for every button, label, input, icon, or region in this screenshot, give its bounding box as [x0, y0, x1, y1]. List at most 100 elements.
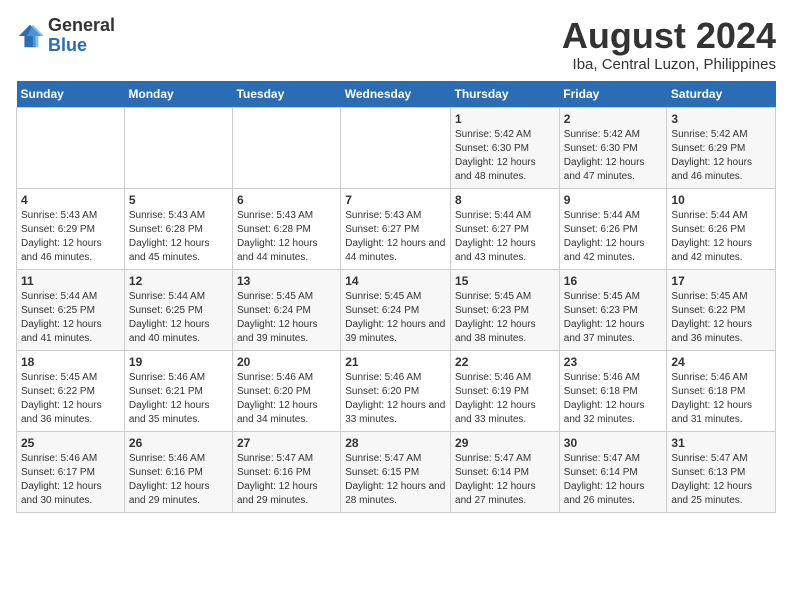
- day-number: 27: [237, 436, 336, 450]
- day-cell: 10Sunrise: 5:44 AM Sunset: 6:26 PM Dayli…: [667, 188, 776, 269]
- day-number: 24: [671, 355, 771, 369]
- day-info: Sunrise: 5:45 AM Sunset: 6:23 PM Dayligh…: [564, 290, 663, 346]
- header-day-thursday: Thursday: [451, 81, 560, 108]
- day-cell: 2Sunrise: 5:42 AM Sunset: 6:30 PM Daylig…: [559, 107, 667, 188]
- day-number: 19: [129, 355, 228, 369]
- day-cell: 21Sunrise: 5:46 AM Sunset: 6:20 PM Dayli…: [341, 350, 451, 431]
- day-number: 3: [671, 112, 771, 126]
- logo-general-text: General: [48, 16, 115, 36]
- day-info: Sunrise: 5:43 AM Sunset: 6:27 PM Dayligh…: [345, 209, 446, 265]
- day-cell: [124, 107, 232, 188]
- day-cell: 26 Sunrise: 5:46 AM Sunset: 6:16 PM Dayli…: [124, 431, 232, 512]
- day-cell: 28 Sunrise: 5:47 AM Sunset: 6:15 PM Dayli…: [341, 431, 451, 512]
- logo-icon: [16, 22, 44, 50]
- day-cell: 4 Sunrise: 5:43 AM Sunset: 6:29 PM Daylig…: [17, 188, 125, 269]
- day-number: 18: [21, 355, 120, 369]
- day-number: 10: [671, 193, 771, 207]
- day-info: Sunrise: 5:46 AM Sunset: 6:18 PM Dayligh…: [671, 371, 771, 427]
- week-row-1: 4 Sunrise: 5:43 AM Sunset: 6:29 PM Daylig…: [17, 188, 776, 269]
- day-info: Sunrise: 5:45 AM Sunset: 6:22 PM Dayligh…: [671, 290, 771, 346]
- day-number: 28: [345, 436, 446, 450]
- day-cell: 3 Sunrise: 5:42 AM Sunset: 6:29 PM Daylig…: [667, 107, 776, 188]
- day-cell: 27 Sunrise: 5:47 AM Sunset: 6:16 PM Dayli…: [232, 431, 340, 512]
- day-info: Sunrise: 5:47 AM Sunset: 6:15 PM Dayligh…: [345, 452, 446, 508]
- day-info: Sunrise: 5:46 AM Sunset: 6:19 PM Dayligh…: [455, 371, 555, 427]
- header-day-saturday: Saturday: [667, 81, 776, 108]
- day-info: Sunrise: 5:43 AM Sunset: 6:28 PM Dayligh…: [237, 209, 336, 265]
- day-info: Sunrise: 5:47 AM Sunset: 6:14 PM Dayligh…: [564, 452, 663, 508]
- day-number: 8: [455, 193, 555, 207]
- day-number: 1: [455, 112, 555, 126]
- day-info: Sunrise: 5:46 AM Sunset: 6:17 PM Dayligh…: [21, 452, 120, 508]
- day-number: 31: [671, 436, 771, 450]
- day-cell: 22Sunrise: 5:46 AM Sunset: 6:19 PM Dayli…: [451, 350, 560, 431]
- day-info: Sunrise: 5:46 AM Sunset: 6:21 PM Dayligh…: [129, 371, 228, 427]
- day-number: 9: [564, 193, 663, 207]
- day-number: 6: [237, 193, 336, 207]
- day-number: 25: [21, 436, 120, 450]
- header-day-monday: Monday: [124, 81, 232, 108]
- day-cell: 12Sunrise: 5:44 AM Sunset: 6:25 PM Dayli…: [124, 269, 232, 350]
- day-cell: 16 Sunrise: 5:45 AM Sunset: 6:23 PM Dayli…: [559, 269, 667, 350]
- day-info: Sunrise: 5:43 AM Sunset: 6:29 PM Dayligh…: [21, 209, 120, 265]
- header-day-friday: Friday: [559, 81, 667, 108]
- day-cell: 17 Sunrise: 5:45 AM Sunset: 6:22 PM Dayli…: [667, 269, 776, 350]
- day-cell: 13Sunrise: 5:45 AM Sunset: 6:24 PM Dayli…: [232, 269, 340, 350]
- day-cell: 20Sunrise: 5:46 AM Sunset: 6:20 PM Dayli…: [232, 350, 340, 431]
- location-subtitle: Iba, Central Luzon, Philippines: [562, 56, 776, 73]
- day-info: Sunrise: 5:47 AM Sunset: 6:16 PM Dayligh…: [237, 452, 336, 508]
- day-number: 23: [564, 355, 663, 369]
- day-info: Sunrise: 5:44 AM Sunset: 6:25 PM Dayligh…: [21, 290, 120, 346]
- day-number: 16: [564, 274, 663, 288]
- day-info: Sunrise: 5:43 AM Sunset: 6:28 PM Dayligh…: [129, 209, 228, 265]
- day-info: Sunrise: 5:46 AM Sunset: 6:18 PM Dayligh…: [564, 371, 663, 427]
- day-cell: 31Sunrise: 5:47 AM Sunset: 6:13 PM Dayli…: [667, 431, 776, 512]
- calendar-table: SundayMondayTuesdayWednesdayThursdayFrid…: [16, 81, 776, 513]
- day-info: Sunrise: 5:46 AM Sunset: 6:20 PM Dayligh…: [345, 371, 446, 427]
- day-info: Sunrise: 5:46 AM Sunset: 6:20 PM Dayligh…: [237, 371, 336, 427]
- day-cell: 24 Sunrise: 5:46 AM Sunset: 6:18 PM Dayli…: [667, 350, 776, 431]
- header-row: SundayMondayTuesdayWednesdayThursdayFrid…: [17, 81, 776, 108]
- day-number: 5: [129, 193, 228, 207]
- day-info: Sunrise: 5:42 AM Sunset: 6:29 PM Dayligh…: [671, 128, 771, 184]
- day-info: Sunrise: 5:45 AM Sunset: 6:23 PM Dayligh…: [455, 290, 555, 346]
- day-info: Sunrise: 5:46 AM Sunset: 6:16 PM Dayligh…: [129, 452, 228, 508]
- day-info: Sunrise: 5:42 AM Sunset: 6:30 PM Dayligh…: [564, 128, 663, 184]
- header-day-sunday: Sunday: [17, 81, 125, 108]
- day-number: 4: [21, 193, 120, 207]
- day-cell: [17, 107, 125, 188]
- week-row-2: 11Sunrise: 5:44 AM Sunset: 6:25 PM Dayli…: [17, 269, 776, 350]
- day-cell: 29 Sunrise: 5:47 AM Sunset: 6:14 PM Dayli…: [451, 431, 560, 512]
- day-number: 7: [345, 193, 446, 207]
- day-cell: 14Sunrise: 5:45 AM Sunset: 6:24 PM Dayli…: [341, 269, 451, 350]
- day-cell: 8 Sunrise: 5:44 AM Sunset: 6:27 PM Daylig…: [451, 188, 560, 269]
- day-info: Sunrise: 5:45 AM Sunset: 6:24 PM Dayligh…: [345, 290, 446, 346]
- page: General Blue August 2024 Iba, Central Lu…: [0, 0, 792, 521]
- day-info: Sunrise: 5:44 AM Sunset: 6:26 PM Dayligh…: [564, 209, 663, 265]
- header-day-wednesday: Wednesday: [341, 81, 451, 108]
- logo: General Blue: [16, 16, 115, 56]
- day-cell: 6 Sunrise: 5:43 AM Sunset: 6:28 PM Daylig…: [232, 188, 340, 269]
- day-number: 26: [129, 436, 228, 450]
- day-cell: 7 Sunrise: 5:43 AM Sunset: 6:27 PM Daylig…: [341, 188, 451, 269]
- day-info: Sunrise: 5:42 AM Sunset: 6:30 PM Dayligh…: [455, 128, 555, 184]
- day-cell: 25 Sunrise: 5:46 AM Sunset: 6:17 PM Dayli…: [17, 431, 125, 512]
- day-cell: 9 Sunrise: 5:44 AM Sunset: 6:26 PM Daylig…: [559, 188, 667, 269]
- day-cell: 11Sunrise: 5:44 AM Sunset: 6:25 PM Dayli…: [17, 269, 125, 350]
- day-info: Sunrise: 5:44 AM Sunset: 6:27 PM Dayligh…: [455, 209, 555, 265]
- day-number: 15: [455, 274, 555, 288]
- day-info: Sunrise: 5:47 AM Sunset: 6:14 PM Dayligh…: [455, 452, 555, 508]
- week-row-0: 1 Sunrise: 5:42 AM Sunset: 6:30 PM Daylig…: [17, 107, 776, 188]
- day-number: 12: [129, 274, 228, 288]
- day-number: 17: [671, 274, 771, 288]
- calendar-header: SundayMondayTuesdayWednesdayThursdayFrid…: [17, 81, 776, 108]
- day-info: Sunrise: 5:45 AM Sunset: 6:22 PM Dayligh…: [21, 371, 120, 427]
- logo-text: General Blue: [48, 16, 115, 56]
- day-number: 29: [455, 436, 555, 450]
- day-cell: 19 Sunrise: 5:46 AM Sunset: 6:21 PM Dayli…: [124, 350, 232, 431]
- day-cell: 1 Sunrise: 5:42 AM Sunset: 6:30 PM Daylig…: [451, 107, 560, 188]
- day-cell: 5 Sunrise: 5:43 AM Sunset: 6:28 PM Daylig…: [124, 188, 232, 269]
- header: General Blue August 2024 Iba, Central Lu…: [16, 16, 776, 73]
- day-number: 13: [237, 274, 336, 288]
- day-cell: 15 Sunrise: 5:45 AM Sunset: 6:23 PM Dayli…: [451, 269, 560, 350]
